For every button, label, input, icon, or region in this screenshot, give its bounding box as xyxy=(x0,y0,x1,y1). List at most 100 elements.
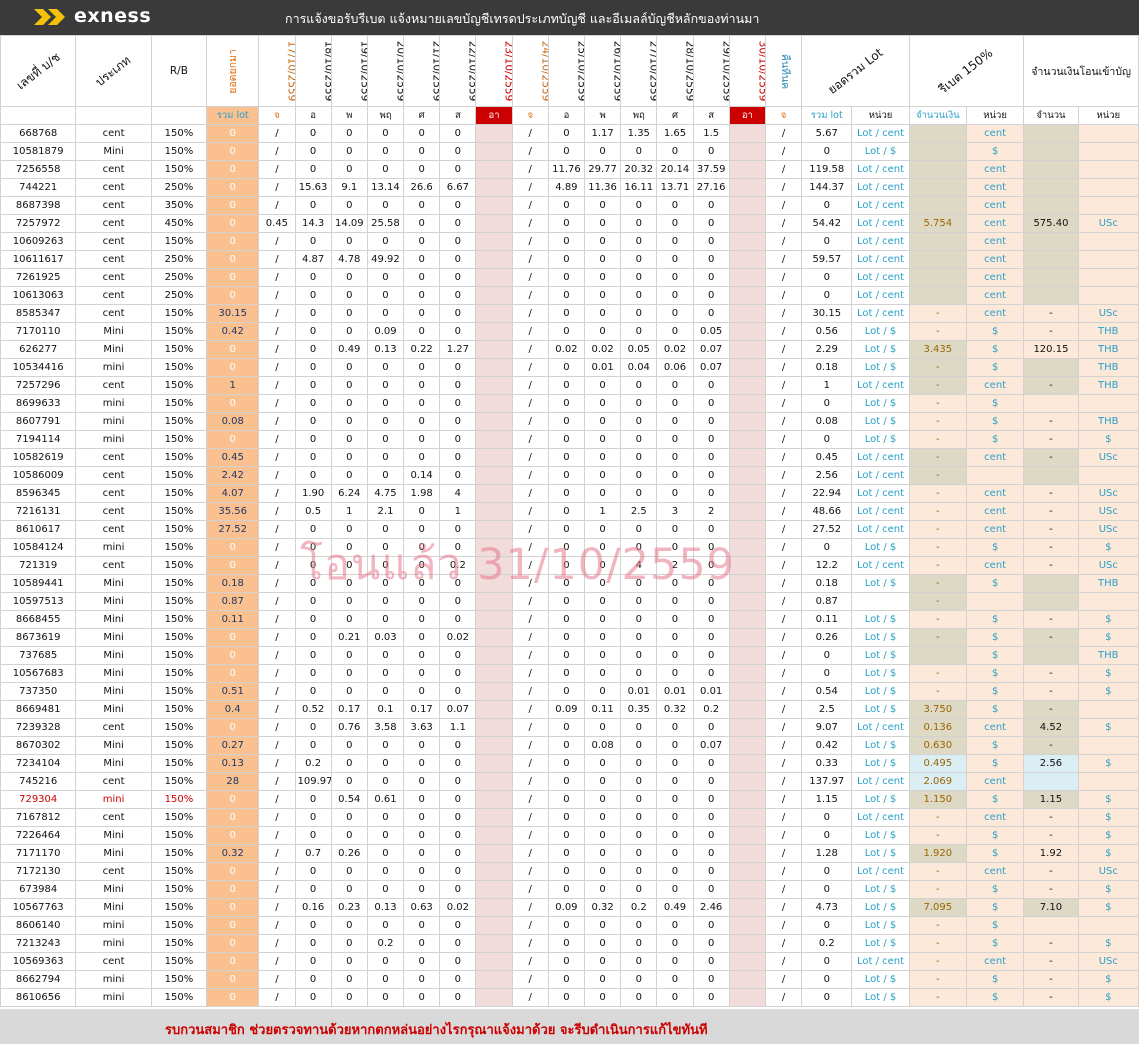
daily-lot xyxy=(728,556,766,575)
daily-lot: / xyxy=(511,448,549,467)
daily-lot: / xyxy=(764,430,803,449)
daily-lot: / xyxy=(511,466,549,485)
daily-lot: 0 xyxy=(439,844,477,863)
daily-lot: 0 xyxy=(584,214,622,233)
daily-lot: 0 xyxy=(692,952,730,971)
total-lot: 0 xyxy=(801,970,853,989)
daily-lot: 0 xyxy=(330,520,368,539)
daily-lot: / xyxy=(511,538,549,557)
rebate-unit: cent xyxy=(965,160,1025,179)
transfer-unit xyxy=(1077,142,1139,161)
carried-lot: 0 xyxy=(206,178,260,197)
account-type: cent xyxy=(75,286,152,305)
daily-lot: 0 xyxy=(403,214,441,233)
daily-lot: / xyxy=(258,196,296,215)
rebate-amount: 3.750 xyxy=(908,700,967,719)
account-type: Mini xyxy=(75,610,152,629)
total-lot: 0 xyxy=(801,142,853,161)
rebate-rate: 150% xyxy=(150,592,208,611)
col-date: 20/10/2559 xyxy=(366,35,405,107)
daily-lot: 0 xyxy=(366,538,405,557)
daily-lot: / xyxy=(258,358,296,377)
daily-lot: 0.54 xyxy=(330,790,368,809)
rebate-unit: $ xyxy=(965,322,1025,341)
daily-lot: 0.05 xyxy=(692,322,730,341)
daily-lot: 0 xyxy=(692,142,730,161)
daily-lot: / xyxy=(258,934,296,953)
carried-lot: 0 xyxy=(206,232,260,251)
daily-lot: 0 xyxy=(439,772,477,791)
daily-lot: / xyxy=(511,574,549,593)
daily-lot: 0 xyxy=(366,520,405,539)
daily-lot: 0 xyxy=(620,970,658,989)
daily-lot: 0 xyxy=(656,592,694,611)
account-number: 745216 xyxy=(0,772,77,791)
daily-lot: 0 xyxy=(656,952,694,971)
rebate-unit: cent xyxy=(965,250,1025,269)
daily-lot: 0 xyxy=(439,196,477,215)
daily-lot: 0 xyxy=(439,538,477,557)
rebate-amount: - xyxy=(908,664,967,683)
rebate-amount: 0.136 xyxy=(908,718,967,737)
daily-lot: 0 xyxy=(547,502,586,521)
daily-lot xyxy=(475,394,513,413)
col-account: เลขที่ บ/ช xyxy=(0,35,77,107)
daily-lot: / xyxy=(258,574,296,593)
daily-lot: 0 xyxy=(366,196,405,215)
account-type: Mini xyxy=(75,646,152,665)
table-row: 10582619 cent 150% 0.45/0 0 0 0 0/0 0 0 0 0/0.45 Lot… xyxy=(0,448,1139,467)
rebate-amount: - xyxy=(908,322,967,341)
carried-lot: 0 xyxy=(206,826,260,845)
daily-lot xyxy=(475,232,513,251)
col-sum: ยอดยกมา xyxy=(206,35,260,107)
daily-lot: 0 xyxy=(366,862,405,881)
daily-lot: 0 xyxy=(547,358,586,377)
daily-lot: 0 xyxy=(547,682,586,701)
daily-lot: 0 xyxy=(692,808,730,827)
account-number: 10534416 xyxy=(0,358,77,377)
rebate-unit: cent xyxy=(965,124,1025,143)
lot-unit: Lot / $ xyxy=(851,880,910,899)
daily-lot: 0 xyxy=(656,196,694,215)
daily-lot: / xyxy=(258,736,296,755)
daily-lot: 0 xyxy=(547,970,586,989)
daily-lot: / xyxy=(764,178,803,197)
carried-lot: 0 xyxy=(206,250,260,269)
daily-lot: 0 xyxy=(366,394,405,413)
carried-lot: 0.13 xyxy=(206,754,260,773)
daily-lot: 0 xyxy=(330,232,368,251)
transfer-amount: - xyxy=(1023,304,1079,323)
daily-lot: 0 xyxy=(656,214,694,233)
daily-lot: / xyxy=(258,808,296,827)
rebate-rate: 150% xyxy=(150,232,208,251)
subheader-blank xyxy=(0,106,77,125)
daily-lot: 0 xyxy=(692,466,730,485)
rebate-amount xyxy=(908,286,967,305)
total-lot: 0 xyxy=(801,952,853,971)
daily-lot: 0 xyxy=(584,862,622,881)
lot-unit: Lot / cent xyxy=(851,484,910,503)
daily-lot: / xyxy=(258,844,296,863)
carried-lot: 0 xyxy=(206,358,260,377)
lot-unit: Lot / $ xyxy=(851,826,910,845)
daily-lot: 0 xyxy=(403,844,441,863)
daily-lot: 1.35 xyxy=(620,124,658,143)
rebate-amount: - xyxy=(908,934,967,953)
daily-lot: / xyxy=(258,304,296,323)
daily-lot: 0 xyxy=(403,160,441,179)
daily-lot: 0 xyxy=(620,142,658,161)
daily-lot: 0 xyxy=(656,808,694,827)
daily-lot: 0 xyxy=(692,412,730,431)
transfer-amount: - xyxy=(1023,448,1079,467)
table-row: 10569363 cent 150% 0/0 0 0 0 0/0 0 0 0 0/0 Lot / cen… xyxy=(0,952,1139,971)
daily-lot: 0.32 xyxy=(584,898,622,917)
daily-lot xyxy=(475,412,513,431)
daily-lot: 109.97 xyxy=(294,772,332,791)
lot-unit: Lot / cent xyxy=(851,520,910,539)
daily-lot: / xyxy=(258,322,296,341)
daily-lot: 0 xyxy=(620,592,658,611)
daily-lot xyxy=(475,484,513,503)
daily-lot: 0 xyxy=(656,970,694,989)
daily-lot: 0 xyxy=(366,736,405,755)
rebate-amount: 2.069 xyxy=(908,772,967,791)
